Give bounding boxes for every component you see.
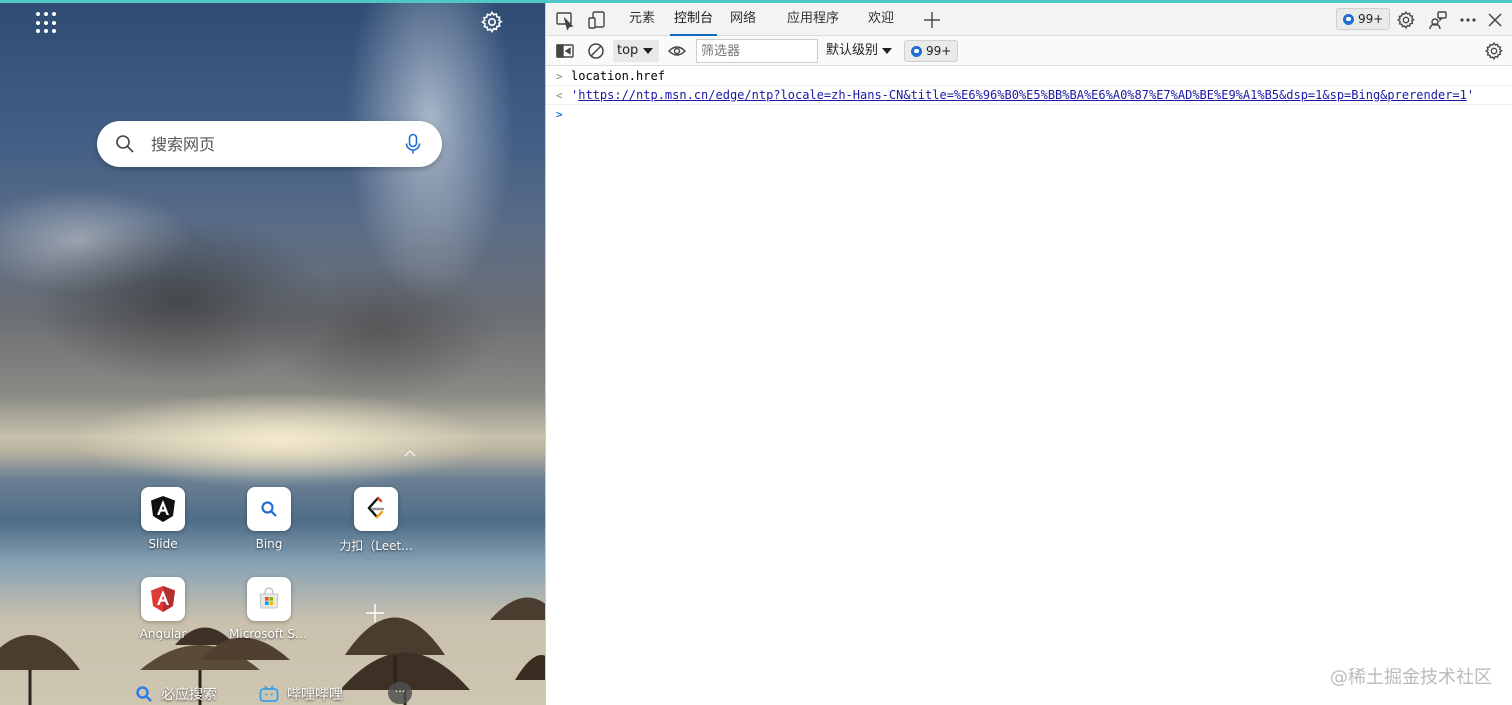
result-url-link[interactable]: https://ntp.msn.cn/edge/ntp?locale=zh-Ha… bbox=[578, 88, 1467, 102]
tab-welcome[interactable]: 欢迎 bbox=[868, 3, 894, 36]
tab-application[interactable]: 应用程序 bbox=[787, 3, 839, 36]
microphone-icon[interactable] bbox=[403, 133, 423, 155]
quick-link-leetcode[interactable]: 力扣（Leet... bbox=[336, 487, 416, 554]
quick-link-bing[interactable]: Bing bbox=[229, 487, 309, 551]
tab-console[interactable]: 控制台 bbox=[669, 3, 718, 36]
quick-link-label: Slide bbox=[148, 537, 178, 551]
quick-link-label: Bing bbox=[255, 537, 283, 551]
bottom-link-bilibili[interactable]: 哔哩哔哩 bbox=[259, 684, 343, 704]
input-prefix: > bbox=[556, 70, 563, 83]
more-tools-icon[interactable] bbox=[1458, 10, 1478, 30]
new-tab-page: Slide Bing 力扣（Leet... A bbox=[0, 0, 545, 705]
search-icon bbox=[116, 135, 134, 153]
log-level-value: 默认级别 bbox=[826, 43, 879, 58]
search-icon bbox=[136, 686, 152, 702]
console-input-line: > location.href bbox=[546, 67, 1512, 86]
quick-link-label: Microsoft St... bbox=[229, 627, 309, 641]
device-emulation-icon[interactable] bbox=[587, 10, 607, 30]
message-icon bbox=[1343, 13, 1354, 25]
more-options-button[interactable]: ··· bbox=[388, 682, 412, 704]
angular-red-icon bbox=[151, 586, 175, 612]
web-search-box bbox=[97, 121, 442, 167]
bing-search-icon bbox=[261, 501, 277, 517]
page-settings-gear-icon[interactable] bbox=[480, 10, 504, 34]
watermark: @稀土掘金技术社区 bbox=[1330, 667, 1492, 688]
tab-network[interactable]: 网络 bbox=[730, 3, 756, 36]
bottom-link-bing-search[interactable]: 必应搜索 bbox=[135, 684, 217, 704]
web-search-input[interactable] bbox=[151, 132, 391, 156]
add-tab-icon[interactable] bbox=[922, 10, 942, 30]
prompt-prefix: > bbox=[556, 108, 563, 121]
quick-link-slide[interactable]: Slide bbox=[123, 487, 203, 551]
string-quote-close: ' bbox=[1466, 88, 1475, 102]
devtools-tab-bar: 元素 控制台 网络 应用程序 欢迎 99+ bbox=[546, 3, 1512, 36]
dropdown-arrow-icon bbox=[643, 48, 653, 54]
filter-input[interactable] bbox=[696, 39, 818, 63]
toolbar-issues-count: 99+ bbox=[926, 44, 952, 58]
quick-link-angular[interactable]: Angular bbox=[123, 577, 203, 641]
bottom-link-label: 必应搜索 bbox=[161, 687, 217, 703]
bilibili-icon bbox=[259, 685, 279, 702]
log-level-selector[interactable]: 默认级别 bbox=[826, 40, 898, 62]
issues-count: 99+ bbox=[1358, 12, 1384, 26]
inspect-element-icon[interactable] bbox=[555, 10, 575, 30]
quick-link-microsoft-store[interactable]: Microsoft St... bbox=[229, 577, 309, 641]
console-prompt[interactable]: > bbox=[546, 105, 1512, 124]
close-icon[interactable] bbox=[1485, 10, 1505, 30]
chevron-up-icon[interactable] bbox=[402, 446, 418, 462]
context-value: top bbox=[617, 43, 639, 58]
add-quick-link-icon[interactable] bbox=[364, 602, 386, 624]
settings-gear-icon[interactable] bbox=[1396, 10, 1416, 30]
live-expression-eye-icon[interactable] bbox=[667, 41, 687, 61]
bottom-links-bar: 必应搜索 哔哩哔哩 bbox=[0, 680, 545, 705]
console-settings-gear-icon[interactable] bbox=[1484, 41, 1504, 61]
devtools-panel: 元素 控制台 网络 应用程序 欢迎 99+ top 筛选器 默认级别 99+ >… bbox=[545, 3, 1512, 705]
apps-launcher-icon[interactable] bbox=[36, 12, 58, 34]
issues-badge-button[interactable]: 99+ bbox=[1336, 8, 1391, 30]
clear-console-icon[interactable] bbox=[586, 41, 606, 61]
sidebar-toggle-icon[interactable] bbox=[555, 41, 575, 61]
tab-elements[interactable]: 元素 bbox=[629, 3, 655, 36]
microsoft-store-icon bbox=[259, 587, 279, 609]
leetcode-icon bbox=[367, 496, 385, 519]
feedback-icon[interactable] bbox=[1428, 10, 1448, 30]
bottom-link-label: 哔哩哔哩 bbox=[287, 687, 343, 703]
context-selector[interactable]: top bbox=[613, 40, 659, 62]
message-icon bbox=[911, 45, 922, 57]
console-result-line: < 'https://ntp.msn.cn/edge/ntp?locale=zh… bbox=[546, 86, 1512, 105]
quick-link-label: 力扣（Leet... bbox=[339, 539, 413, 553]
console-input-text: location.href bbox=[571, 69, 665, 83]
console-toolbar: top 默认级别 99+ bbox=[546, 36, 1512, 66]
output-prefix: < bbox=[556, 89, 563, 102]
quick-link-label: Angular bbox=[139, 627, 187, 641]
console-output[interactable]: > location.href < 'https://ntp.msn.cn/ed… bbox=[546, 67, 1512, 705]
toolbar-issues-badge[interactable]: 99+ bbox=[904, 40, 959, 62]
window-accent-line bbox=[0, 0, 1512, 3]
angular-black-icon bbox=[151, 496, 175, 522]
dropdown-arrow-icon bbox=[882, 48, 892, 54]
